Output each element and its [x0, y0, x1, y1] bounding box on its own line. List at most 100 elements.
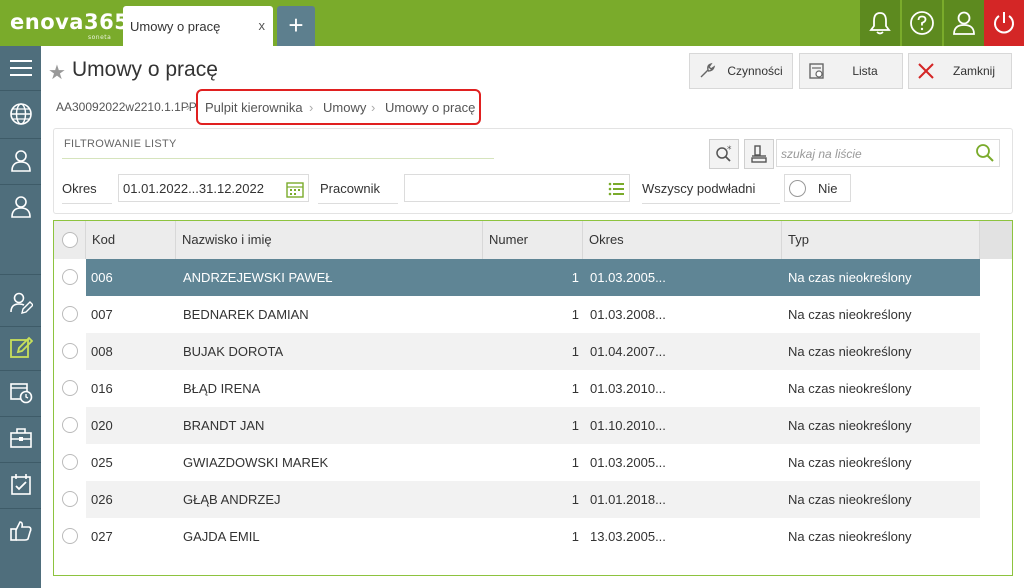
table-scrollbar[interactable] [980, 221, 1012, 259]
podwladni-label: Wszyscy podwładni [642, 181, 756, 196]
select-all-cell [54, 221, 86, 259]
breadcrumb: Pulpit kierownika › Umowy › Umowy o prac… [196, 89, 481, 125]
actions-button[interactable]: Czynności [689, 53, 793, 89]
calendar-check-icon[interactable] [0, 465, 41, 505]
cell-typ: Na czas nieokreślony [788, 492, 912, 507]
cell-kod: 025 [91, 455, 113, 470]
list-settings-icon [800, 62, 834, 80]
cell-nazwisko: GWIAZDOWSKI MAREK [183, 455, 329, 470]
cell-nazwisko: BEDNAREK DAMIAN [183, 307, 309, 322]
table-row[interactable]: 008 BUJAK DOROTA 01.04.2007... Na czas nieo… [54, 333, 980, 370]
search-input[interactable]: szukaj na liście [776, 139, 1000, 167]
cell-typ: Na czas nieokreślony [788, 529, 912, 544]
advanced-search-button[interactable]: * [709, 139, 739, 169]
table-row[interactable]: 016 BŁĄD IRENA 01.03.2010... Na czas nieokr… [54, 370, 980, 407]
table-row[interactable]: 007 BEDNAREK DAMIAN 01.03.2008... Na czas n… [54, 296, 980, 333]
cell-okres: 13.03.2005... [590, 529, 666, 544]
list-button[interactable]: Lista [799, 53, 903, 89]
cell-typ: Na czas nieokreślony [788, 418, 912, 433]
tab-umowy-o-prace[interactable]: Umowy o pracę x [123, 6, 273, 46]
row-select-radio[interactable] [62, 380, 78, 396]
calendar-icon[interactable] [286, 180, 304, 198]
top-bar: enova365 soneta Umowy o pracę x + [0, 0, 1024, 46]
left-sidebar [0, 46, 41, 588]
menu-icon[interactable] [0, 48, 41, 88]
column-header-nazwisko[interactable]: Nazwisko i imię [176, 221, 483, 259]
filter-settings-button[interactable] [744, 139, 774, 169]
column-header-okres[interactable]: Okres [583, 221, 782, 259]
calendar-clock-icon[interactable] [0, 372, 41, 412]
search-placeholder: szukaj na liście [781, 147, 862, 161]
close-x-icon [909, 62, 943, 80]
cell-kod: 006 [91, 270, 113, 285]
power-icon[interactable] [984, 0, 1024, 46]
cell-numer: 1 [571, 492, 579, 507]
table-row[interactable]: 025 GWIAZDOWSKI MAREK 01.03.2005... Na czas… [54, 444, 980, 481]
logo-subtext: soneta [88, 34, 112, 41]
breadcrumb-item-umowy[interactable]: Umowy [323, 100, 366, 115]
cell-numer: 1 [571, 307, 579, 322]
podwladni-label-underline [642, 203, 780, 204]
filter-person-icon [751, 145, 767, 163]
column-header-numer[interactable]: Numer [483, 221, 583, 259]
column-header-typ[interactable]: Typ [782, 221, 980, 259]
user-icon[interactable] [944, 0, 984, 46]
row-select-cell [54, 333, 86, 370]
row-select-radio[interactable] [62, 454, 78, 470]
globe-icon[interactable] [0, 94, 41, 134]
row-select-radio[interactable] [62, 528, 78, 544]
cell-nazwisko: BUJAK DOROTA [183, 344, 284, 359]
tab-close-button[interactable]: x [259, 18, 266, 33]
thumbs-up-icon[interactable] [0, 511, 41, 551]
close-button-label: Zamknij [952, 64, 995, 78]
row-select-radio[interactable] [62, 269, 78, 285]
row-select-cell [54, 444, 86, 481]
edit-note-icon[interactable] [0, 328, 41, 368]
svg-text:*: * [727, 145, 732, 155]
okres-label: Okres [62, 181, 97, 196]
person-outline-icon[interactable] [0, 187, 41, 227]
person-icon[interactable] [0, 141, 41, 181]
filter-panel: FILTROWANIE LISTY * szukaj na liście Okr… [53, 128, 1013, 214]
wrench-icon [690, 62, 724, 80]
cell-kod: 027 [91, 529, 113, 544]
table-row[interactable]: 020 BRANDT JAN 01.10.2010... Na czas nieokr… [54, 407, 980, 444]
breadcrumb-item-umowy-o-prace[interactable]: Umowy o pracę [385, 100, 475, 115]
briefcase-icon[interactable] [0, 418, 41, 458]
table-row[interactable]: 026 GŁĄB ANDRZEJ 01.01.2018... Na czas nieo… [54, 481, 980, 518]
row-select-radio[interactable] [62, 417, 78, 433]
app-logo[interactable]: enova365 soneta [10, 10, 129, 41]
table-row[interactable]: 027 GAJDA EMIL 13.03.2005... Na czas nieokr… [54, 518, 980, 555]
row-select-radio[interactable] [62, 306, 78, 322]
help-icon[interactable] [902, 0, 942, 46]
list-picker-icon[interactable] [608, 182, 624, 196]
table-header: Kod Nazwisko i imię Numer Okres Typ [54, 221, 980, 259]
select-all-radio[interactable] [62, 232, 78, 248]
bell-icon[interactable] [860, 0, 900, 46]
person-edit-icon[interactable] [0, 283, 41, 323]
column-header-kod[interactable]: Kod [86, 221, 176, 259]
actions-button-label: Czynności [727, 64, 783, 78]
row-select-cell [54, 518, 86, 555]
close-button[interactable]: Zamknij [908, 53, 1012, 89]
cell-typ: Na czas nieokreślony [788, 270, 912, 285]
add-tab-button[interactable]: + [277, 6, 315, 46]
search-icon[interactable] [975, 143, 995, 163]
pracownik-field[interactable] [404, 174, 630, 202]
row-select-radio[interactable] [62, 491, 78, 507]
cell-nazwisko: BRANDT JAN [183, 418, 265, 433]
breadcrumb-separator: › [186, 99, 191, 114]
breadcrumb-separator: › [371, 100, 376, 115]
podwladni-toggle[interactable]: Nie [784, 174, 851, 202]
cell-okres: 01.01.2018... [590, 492, 666, 507]
table-row[interactable]: 006 ANDRZEJEWSKI PAWEŁ 01.03.2005... Na cza… [54, 259, 980, 296]
okres-field[interactable]: 01.01.2022...31.12.2022 [118, 174, 309, 202]
row-select-cell [54, 407, 86, 444]
podwladni-value: Nie [818, 181, 838, 196]
podwladni-radio[interactable] [789, 180, 806, 197]
favorite-star-icon[interactable]: ★ [48, 60, 66, 85]
breadcrumb-item-pulpit[interactable]: Pulpit kierownika [205, 100, 303, 115]
okres-value: 01.01.2022...31.12.2022 [123, 181, 264, 196]
row-select-radio[interactable] [62, 343, 78, 359]
pracownik-label: Pracownik [320, 181, 380, 196]
